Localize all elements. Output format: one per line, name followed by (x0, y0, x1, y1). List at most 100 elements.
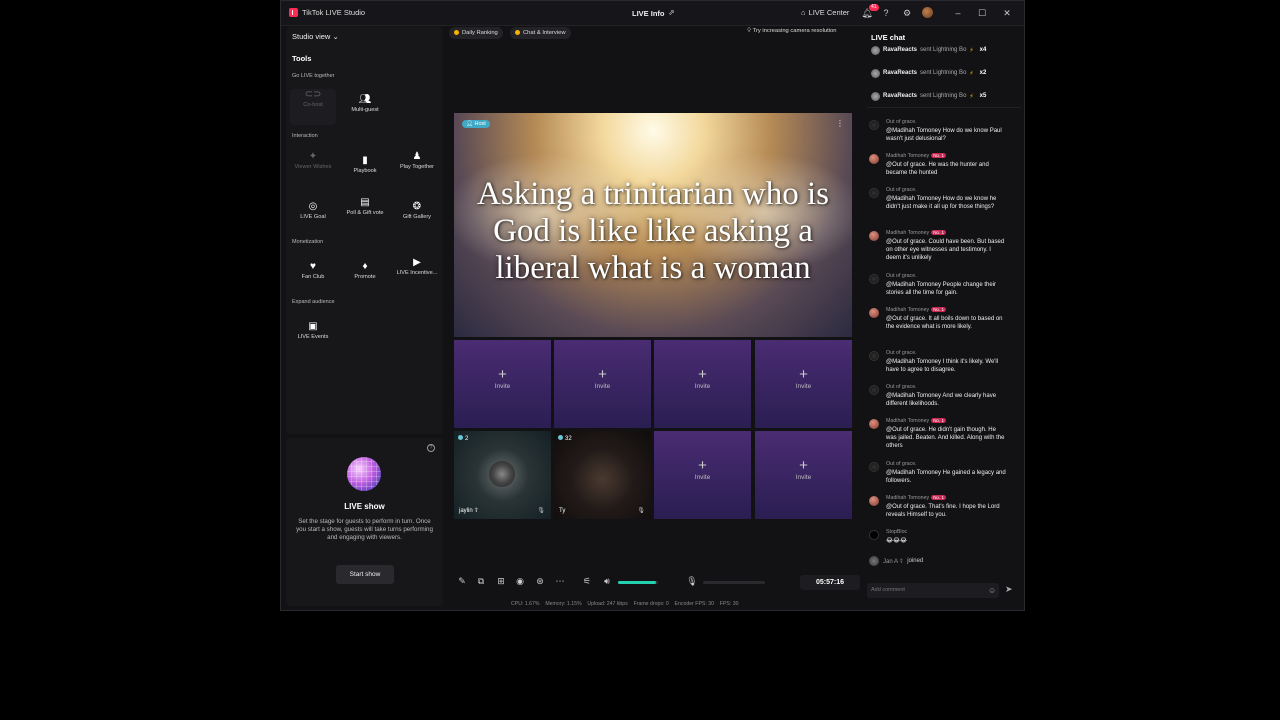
avatar[interactable] (922, 7, 933, 18)
live-center-label: LIVE Center (808, 8, 850, 17)
layout-icon[interactable]: ⧉ (475, 576, 487, 587)
camera-tip-text: Try increasing camera resolution (752, 28, 837, 34)
chat-text: @Madihah Tomoney People change their sto… (886, 282, 997, 296)
help-icon[interactable]: ? (427, 444, 435, 452)
start-show-button[interactable]: Start show (336, 565, 394, 584)
gift-gallery-label: Gift Gallery (403, 214, 431, 220)
maximize-icon[interactable]: ☐ (976, 7, 988, 19)
microphone-icon[interactable]: 🎙︎ (686, 576, 698, 587)
cpu-stat: CPU: 1.67% (511, 601, 540, 607)
live-incentive-label: LIVE Incentive... (396, 270, 438, 276)
share-icon[interactable]: ⇗ (668, 8, 675, 17)
live-timer: 05:57:16 (800, 575, 860, 590)
guest-count-value: 32 (565, 436, 572, 442)
gift-count: x2 (979, 70, 987, 76)
co-host-button[interactable]: ⊂⊃ Co-host (290, 89, 336, 125)
magic-wand-icon[interactable]: ✎ (456, 576, 468, 587)
emoji-icon[interactable]: ☺ (988, 586, 996, 595)
microphone-icon[interactable]: 🎙︎ (537, 507, 545, 514)
host-video[interactable]: 👤︎ Host ⋮ Asking a trinitarian who is Go… (454, 113, 852, 337)
chevron-down-icon: ⌄ (332, 32, 339, 41)
live-goal-button[interactable]: ◎ LIVE Goal (290, 201, 336, 237)
plus-icon: + (498, 366, 507, 383)
invite-slot[interactable]: + Invite (454, 340, 551, 428)
camera-settings-icon[interactable]: ⊛ (534, 576, 546, 587)
add-source-icon[interactable]: ⊞ (495, 576, 507, 587)
invite-label: Invite (795, 383, 812, 390)
gear-icon[interactable]: ⚙ (901, 7, 913, 19)
daily-ranking-chip[interactable]: Daily Ranking (449, 27, 503, 39)
multi-guest-button[interactable]: 👥︎ Multi-guest (342, 94, 388, 130)
chat-title: LIVE chat (871, 33, 906, 42)
invite-slot[interactable]: + Invite (654, 431, 751, 519)
more-options-icon[interactable]: ⋯ (554, 576, 566, 587)
chat-text: @Out of grace. Could have been. But base… (886, 239, 1005, 261)
chat-interview-label: Chat & Interview (523, 30, 566, 36)
tools-panel: Studio view ⌄ Tools Go LIVE together ⊂⊃ … (286, 27, 443, 434)
invite-slot[interactable]: + Invite (654, 340, 751, 428)
promote-button[interactable]: ♦ Promote (342, 261, 388, 297)
chat-text: 😂😂😂 (886, 538, 908, 544)
gift-user: RavaReacts (883, 47, 918, 53)
chat-username: Madihah Tomoney No. 1 (886, 230, 946, 236)
invite-slot[interactable]: + Invite (554, 340, 651, 428)
joined-text: joined (907, 558, 924, 564)
invite-slot[interactable]: + Invite (755, 431, 852, 519)
chat-username: Madihah Tomoney No. 1 (886, 495, 946, 501)
microphone-icon[interactable]: 🎙︎ (637, 507, 645, 514)
gift-gallery-button[interactable]: ❂ Gift Gallery (394, 201, 440, 237)
chat-text: @Madihah Tomoney I think it's likely. We… (886, 359, 999, 373)
plus-icon: + (698, 366, 707, 383)
playbook-button[interactable]: ▮ Playbook (342, 155, 388, 191)
more-icon[interactable]: ⋮ (836, 119, 844, 128)
gift-notification: RavaReacts sent Lightning Bo ⚡︎ x4 (871, 44, 986, 56)
audio-mixer-icon[interactable]: ⚟ (581, 576, 593, 587)
avatar (871, 68, 880, 78)
gift-action: sent Lightning Bo (920, 93, 967, 99)
promote-label: Promote (354, 274, 376, 280)
guest-video-ty[interactable]: 32 Ty 🎙︎ (554, 431, 651, 519)
video-camera-icon: ▶ (413, 257, 421, 268)
live-events-button[interactable]: ▣ LIVE Events (290, 321, 336, 357)
invite-label: Invite (594, 383, 611, 390)
send-icon[interactable]: ➤ (1005, 584, 1013, 595)
home-icon: ⌂ (801, 8, 806, 17)
poll-icon: ▤ (360, 197, 370, 208)
invite-slot[interactable]: + Invite (755, 340, 852, 428)
fan-club-button[interactable]: ♥ Fan Club (290, 261, 336, 297)
avatar (869, 462, 879, 472)
play-together-icon: ♟ (412, 151, 422, 162)
microphone-volume-slider[interactable] (703, 581, 765, 584)
play-together-button[interactable]: ♟ Play Together (394, 151, 440, 187)
live-info-title[interactable]: LIVE Info (632, 9, 665, 18)
rank-badge: No. 1 (931, 307, 946, 312)
gift-notification: RavaReacts sent Lightning Bo ⚡︎ x5 (871, 90, 986, 102)
speaker-volume-slider[interactable] (618, 581, 658, 584)
guest-count: 32 (558, 435, 572, 442)
guest-count: 2 (458, 435, 468, 442)
help-icon[interactable]: ? (880, 7, 892, 19)
gift-action: sent Lightning Bo (920, 70, 967, 76)
avatar (869, 556, 879, 566)
live-center-button[interactable]: ⌂ LIVE Center (801, 8, 849, 17)
speaker-icon[interactable]: 🔊︎ (601, 576, 613, 587)
close-icon[interactable]: ✕ (1001, 7, 1013, 19)
viewer-wishes-button[interactable]: ✦ Viewer Wishes (290, 151, 336, 187)
avatar (869, 231, 879, 241)
lightning-icon: ⚡︎ (969, 93, 974, 100)
record-icon[interactable]: ◉ (514, 576, 526, 587)
comment-input[interactable]: Add comment (867, 583, 999, 598)
section-go-live-together: Go LIVE together (292, 73, 335, 79)
camera-tip[interactable]: 💡︎ Try increasing camera resolution (747, 28, 836, 35)
co-host-label: Co-host (303, 102, 323, 108)
studio-window: TikTok LIVE Studio LIVE Info ⇗ ⌂ LIVE Ce… (280, 0, 1025, 611)
section-interaction: Interaction (292, 133, 318, 139)
lightning-icon: ⚡︎ (969, 70, 974, 77)
poll-gift-vote-button[interactable]: ▤ Poll & Gift vote (342, 197, 388, 233)
studio-view-dropdown[interactable]: Studio view ⌄ (292, 32, 339, 41)
guest-video-jaylin[interactable]: 2 jaylin ☦ 🎙︎ (454, 431, 551, 519)
live-incentive-button[interactable]: ▶ LIVE Incentive... (394, 257, 440, 293)
playbook-icon: ▮ (362, 155, 368, 166)
chat-interview-chip[interactable]: Chat & Interview (510, 27, 571, 39)
minimize-icon[interactable]: – (952, 7, 964, 19)
